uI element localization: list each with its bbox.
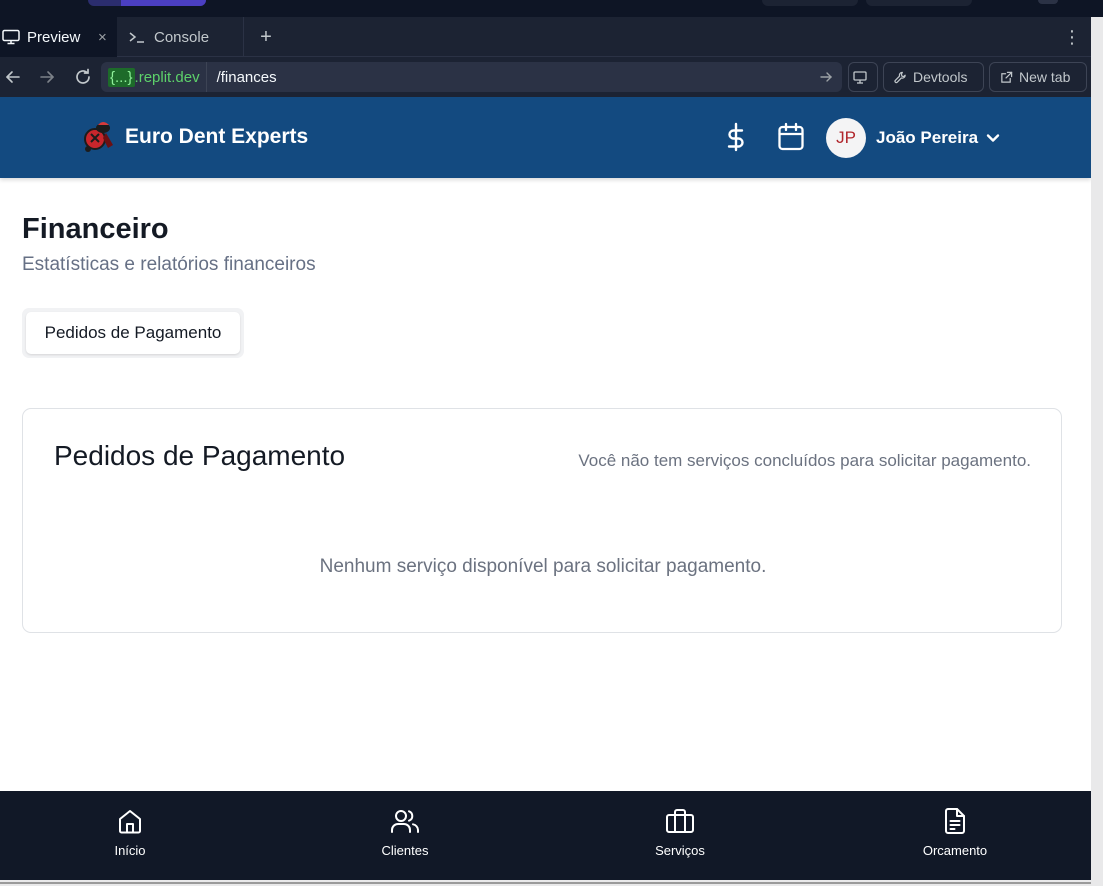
url-path: /finances [216,68,277,86]
page-subtitle: Estatísticas e relatórios financeiros [22,254,316,275]
forward-button[interactable] [36,57,58,97]
tab-preview-label: Preview [27,28,81,46]
avatar: JP [826,118,866,158]
tabs-list: Pedidos de Pagamento [22,308,244,358]
payment-requests-card: Pedidos de Pagamento Você não tem serviç… [22,408,1062,633]
nav-label: Clientes [381,843,429,858]
nav-item-servicos[interactable]: Serviços [610,807,750,858]
ide-top-button[interactable] [866,0,972,6]
tab-console[interactable]: Console [118,17,244,57]
dollar-icon [727,122,744,152]
pane-resize-edge[interactable] [1091,17,1103,886]
url-field[interactable]: {...} .replit.dev /finances [101,62,842,92]
tab-payment-requests[interactable]: Pedidos de Pagamento [26,312,240,354]
app-header: Euro Dent Experts JP João Pereira [0,97,1091,178]
nav-item-inicio[interactable]: Início [60,807,200,858]
new-tab-label: New tab [1019,69,1071,85]
nav-label: Orcamento [922,843,988,858]
terminal-icon [129,32,144,43]
go-arrow-icon[interactable] [820,71,832,83]
calendar-link[interactable] [776,121,806,153]
page-title: Financeiro [22,213,169,245]
devtools-button[interactable]: Devtools [883,62,984,92]
brand-logo-icon [84,122,113,152]
devtools-label: Devtools [913,69,968,85]
ide-top-tab-indicator [88,0,206,6]
ide-top-button[interactable] [762,0,858,6]
bottom-nav: Início Clientes Serviços Orcamento [0,791,1091,880]
pane-bottom-edge [0,880,1103,886]
new-tab-button[interactable]: New tab [989,62,1087,92]
arrow-right-icon [40,71,54,83]
chevron-down-icon [986,134,1000,142]
file-text-icon [945,808,965,834]
empty-state-message: Nenhum serviço disponível para solicitar… [319,556,767,577]
monitor-icon [853,70,867,84]
finances-link[interactable] [721,121,751,153]
pane-tab-bar: Preview × Console + ⋮ [0,17,1091,57]
users-icon [391,810,419,833]
external-link-icon [1001,71,1013,83]
device-preview-button[interactable] [848,62,878,92]
add-tab-button[interactable]: + [255,17,277,57]
wrench-icon [894,71,906,83]
brand-name: Euro Dent Experts [125,125,309,148]
arrow-left-icon [6,71,20,83]
briefcase-icon [666,809,694,833]
home-icon [119,810,141,834]
reload-button[interactable] [72,57,94,97]
monitor-icon [2,29,20,45]
user-name: João Pereira [876,128,979,147]
back-button[interactable] [2,57,24,97]
ide-top-strip [0,0,1103,17]
tab-preview[interactable]: Preview × [0,17,117,57]
reload-icon [76,68,90,84]
nav-label: Início [114,843,146,858]
calendar-icon [778,122,804,151]
url-host-brace: {...} [108,67,135,87]
preview-url-bar: {...} .replit.dev /finances Devtools New… [0,57,1091,97]
user-menu[interactable]: JP João Pereira [826,118,1000,158]
nav-item-orcamento[interactable]: Orcamento [885,807,1025,858]
ide-user-avatar[interactable] [1038,0,1058,4]
brand[interactable]: Euro Dent Experts [82,119,308,155]
tab-console-label: Console [154,28,210,46]
nav-label: Serviços [655,843,705,858]
card-description: Você não tem serviços concluídos para so… [578,451,1031,470]
url-host-domain: .replit.dev [134,68,200,86]
card-title: Pedidos de Pagamento [54,440,346,471]
close-tab-icon[interactable]: × [98,29,107,46]
more-options-icon[interactable]: ⋮ [1063,17,1081,57]
app-viewport: Euro Dent Experts JP João Pereira Financ… [0,97,1091,791]
url-host: {...} .replit.dev [101,62,207,92]
nav-item-clientes[interactable]: Clientes [335,807,475,858]
